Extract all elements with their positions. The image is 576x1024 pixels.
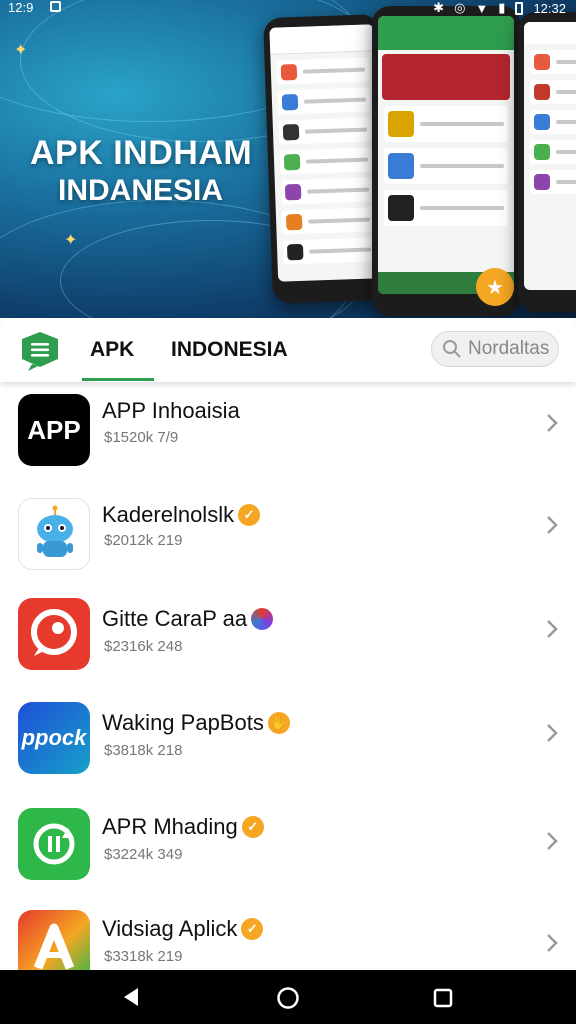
active-tab-indicator [82, 378, 154, 381]
star-fab-icon: ★ [476, 268, 514, 306]
app-meta: $2012k 219 [104, 532, 183, 549]
signal-icon: ▮ [498, 0, 506, 15]
app-name: APP Inhoaisia [102, 398, 240, 423]
wifi-icon: ▼ [475, 0, 489, 16]
hero-subtitle: INDANESIA [58, 174, 224, 207]
search-input[interactable]: Nordaltas [431, 331, 559, 367]
home-circle-icon[interactable] [276, 986, 300, 1010]
a-letter-app-icon [18, 910, 90, 970]
app-name: Kaderelnolslk ✓ [102, 502, 261, 528]
chevron-right-icon [547, 934, 558, 952]
app-icon-label: ppock [21, 725, 87, 750]
verified-badge-icon: ✓ [241, 918, 264, 940]
app-icon: APP [18, 394, 90, 466]
notification-icon [50, 1, 61, 12]
status-time-left: 12:9 [8, 0, 34, 15]
chevron-right-icon [547, 832, 558, 850]
robot-app-icon [18, 498, 90, 570]
list-item[interactable]: Kaderelnolslk ✓ $2012k 219 [0, 478, 576, 583]
tab-indonesia[interactable]: INDONESIA [171, 338, 288, 362]
status-bar: 12:9 ✱ ◎ ▼ ▮ 12:32 [0, 0, 576, 16]
chevron-right-icon [547, 724, 558, 742]
tab-apk[interactable]: APK [90, 338, 134, 362]
hero-title: APK INDHAM [30, 134, 253, 172]
verified-badge-icon: ✓ [238, 504, 261, 526]
app-icon: ppock [18, 702, 90, 774]
verified-badge-icon: ✓ [241, 816, 264, 838]
back-triangle-icon[interactable] [120, 986, 142, 1008]
chevron-right-icon [547, 620, 558, 638]
list-item[interactable]: Vidsiag Aplick ✓ $3318k 219 [0, 894, 576, 970]
app-meta: $3224k 349 [104, 846, 183, 863]
status-icons: ✱ ◎ ▼ ▮ 12:32 [433, 0, 566, 16]
hand-badge-icon: ✋ [267, 712, 290, 734]
system-nav-bar [0, 970, 576, 1024]
sparkle-icon: ✦ [14, 42, 28, 59]
app-name: Waking PapBots ✋ [102, 710, 290, 736]
chevron-right-icon [547, 414, 558, 432]
list-item[interactable]: APP APP Inhoaisia $1520k 7/9 [0, 382, 576, 487]
hero-banner: ✦ ✦ APK INDHAM INDANESIA ★ [0, 0, 576, 318]
app-icon-label: APP [27, 414, 81, 445]
app-meta: $3818k 218 [104, 742, 183, 759]
phone-mockup-left [263, 14, 389, 304]
search-placeholder: Nordaltas [468, 338, 550, 359]
phone-screen [378, 16, 514, 294]
phone-screen [524, 22, 576, 290]
alarm-icon: ◎ [454, 0, 466, 15]
sparkle-icon: ✦ [64, 232, 78, 249]
app-list: APP APP Inhoaisia $1520k 7/9 Kaderelnols… [0, 382, 576, 970]
app-meta: $3318k 219 [104, 948, 183, 965]
app-name: Vidsiag Aplick ✓ [102, 916, 264, 942]
search-icon [443, 340, 461, 358]
battery-icon [515, 1, 524, 15]
phone-mockup-right [518, 12, 576, 312]
chat-app-icon [18, 598, 90, 670]
list-item[interactable]: Gitte CaraP aa $2316k 248 [0, 582, 576, 687]
status-time-right: 12:32 [533, 0, 566, 16]
app-name: APR Mhading ✓ [102, 814, 264, 840]
chevron-right-icon [547, 516, 558, 534]
list-item[interactable]: APR Mhading ✓ $3224k 349 [0, 790, 576, 895]
list-item[interactable]: ppock Waking PapBots ✋ $3818k 218 [0, 686, 576, 791]
app-meta: $1520k 7/9 [104, 429, 179, 446]
menu-chat-icon[interactable] [18, 329, 62, 371]
top-nav: APK INDONESIA Nordaltas [0, 318, 576, 382]
app-name: Gitte CaraP aa [102, 606, 274, 632]
recents-square-icon[interactable] [432, 987, 454, 1009]
sync-app-icon [18, 808, 90, 880]
bluetooth-icon: ✱ [433, 0, 445, 15]
phone-screen [269, 24, 383, 282]
circle-badge-icon [251, 608, 274, 630]
app-meta: $2316k 248 [104, 638, 183, 655]
